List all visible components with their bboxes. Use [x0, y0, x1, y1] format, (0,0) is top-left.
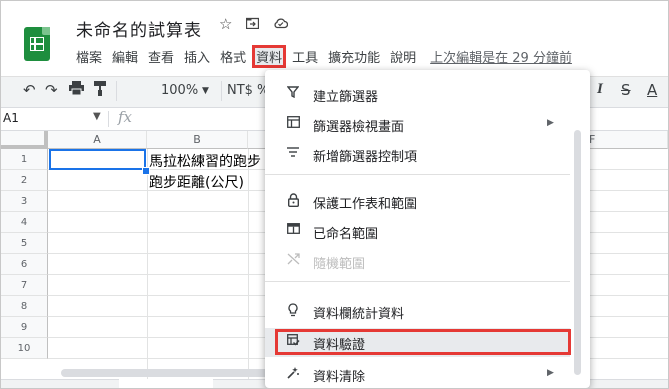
menu-item-column-stats[interactable]: 資料欄統計資料: [265, 297, 570, 326]
menu-item-create-filter[interactable]: 建立篩選器: [265, 80, 570, 109]
column-header-b[interactable]: B: [147, 131, 248, 149]
italic-icon[interactable]: I: [597, 81, 603, 98]
column-header-f[interactable]: F: [581, 131, 668, 149]
menu-item-filter-views[interactable]: 篩選器檢視畫面 ▶: [265, 110, 570, 139]
fx-icon: fx: [118, 108, 133, 126]
sheets-logo-icon[interactable]: [24, 27, 50, 61]
menu-bar: 檔案 編輯 查看 插入 格式 資料 工具 擴充功能 說明 上次編輯是在 29 分…: [76, 45, 572, 68]
row-header-6[interactable]: 6: [1, 254, 48, 275]
star-icon[interactable]: ☆: [219, 15, 232, 33]
menu-item-named-ranges[interactable]: 已命名範圍: [265, 217, 570, 246]
row-header-2[interactable]: 2: [1, 170, 48, 191]
formula-divider: [108, 111, 109, 127]
menu-help[interactable]: 說明: [390, 47, 416, 66]
title-icon-group: ☆: [219, 15, 289, 33]
menu-view[interactable]: 查看: [148, 47, 174, 66]
row-header-9[interactable]: 9: [1, 317, 48, 338]
menu-divider: [265, 174, 570, 175]
undo-icon[interactable]: ↶: [23, 81, 36, 99]
currency-format-button[interactable]: NT$: [227, 83, 253, 98]
submenu-arrow-icon: ▶: [547, 368, 554, 378]
menu-item-data-cleanup[interactable]: 資料清除 ▶: [265, 360, 570, 388]
zoom-chevron-down-icon[interactable]: ▼: [202, 86, 209, 96]
filter-control-icon: [285, 146, 301, 162]
row-header-7[interactable]: 7: [1, 275, 48, 296]
menu-data[interactable]: 資料: [252, 45, 287, 68]
menu-scrollbar[interactable]: [574, 130, 581, 375]
name-box-chevron-down-icon[interactable]: ▼: [93, 111, 101, 122]
lock-icon: [285, 193, 301, 209]
submenu-arrow-icon: ▶: [547, 118, 554, 128]
menu-format[interactable]: 格式: [220, 47, 246, 66]
filter-icon: [285, 86, 301, 102]
menu-insert[interactable]: 插入: [184, 47, 210, 66]
menu-item-add-filter-control[interactable]: 新增篩選器控制項: [265, 140, 570, 169]
menu-tools[interactable]: 工具: [292, 47, 318, 66]
data-menu-dropdown: 建立篩選器 篩選器檢視畫面 ▶ 新增篩選器控制項 保護工作表和範圍 已命名範圍 …: [265, 70, 590, 388]
sheet-tab[interactable]: [119, 379, 213, 388]
strikethrough-icon[interactable]: S: [621, 81, 631, 99]
zoom-select[interactable]: 100%: [161, 83, 198, 98]
cloud-status-icon[interactable]: [273, 15, 289, 33]
highlight-annotation-box: [275, 329, 571, 355]
lightbulb-icon: [285, 303, 301, 319]
move-folder-icon[interactable]: [246, 15, 260, 33]
shuffle-icon: [285, 253, 301, 269]
menu-edit[interactable]: 編輯: [112, 47, 138, 66]
row-header-3[interactable]: 3: [1, 191, 48, 212]
cell-a1-selection[interactable]: [49, 149, 146, 170]
row-header-8[interactable]: 8: [1, 296, 48, 317]
row-header-5[interactable]: 5: [1, 233, 48, 254]
text-color-icon[interactable]: A: [647, 81, 657, 99]
row-header-4[interactable]: 4: [1, 212, 48, 233]
paint-format-icon[interactable]: [94, 81, 106, 100]
menu-extensions[interactable]: 擴充功能: [328, 47, 380, 66]
name-box[interactable]: A1: [3, 111, 19, 125]
spreadsheet-window: 未命名的試算表 ☆ 檔案 編輯 查看 插入 格式 資料 工具 擴充功能 說明 上…: [0, 0, 669, 389]
select-all-corner[interactable]: [1, 131, 48, 149]
column-header-a[interactable]: A: [48, 131, 147, 149]
named-range-icon: [285, 223, 301, 239]
cleanup-icon: [285, 366, 301, 382]
doc-title[interactable]: 未命名的試算表: [76, 16, 202, 41]
last-edit-link[interactable]: 上次編輯是在 29 分鐘前: [430, 47, 572, 66]
menu-item-randomize-range[interactable]: 隨機範圍: [265, 247, 570, 276]
cell-b1[interactable]: 馬拉松練習的跑步: [149, 151, 261, 171]
filter-view-icon: [285, 116, 301, 132]
row-header-1[interactable]: 1: [1, 149, 48, 170]
redo-icon[interactable]: ↷: [45, 81, 58, 99]
cell-b2[interactable]: 跑步距離(公尺): [149, 172, 244, 192]
fill-handle[interactable]: [142, 167, 150, 175]
menu-divider: [265, 281, 570, 282]
row-header-10[interactable]: 10: [1, 338, 48, 359]
menu-item-protect-sheets[interactable]: 保護工作表和範圍: [265, 187, 570, 216]
print-icon[interactable]: [69, 81, 84, 99]
menu-file[interactable]: 檔案: [76, 47, 102, 66]
